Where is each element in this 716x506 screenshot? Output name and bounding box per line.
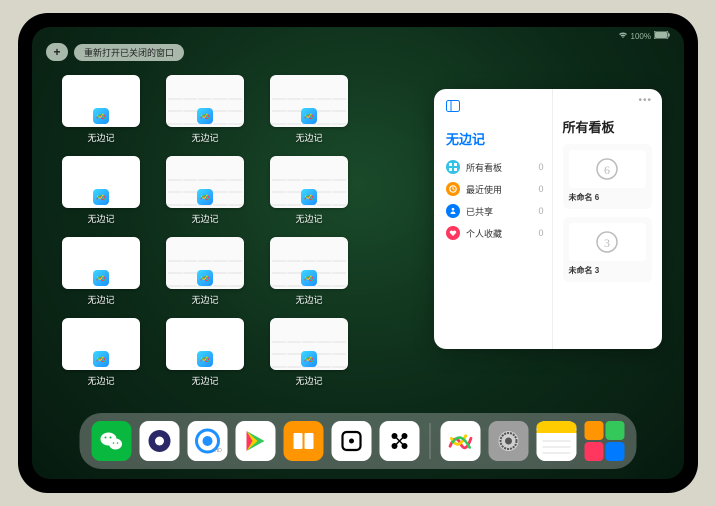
svg-text:3: 3 — [604, 236, 610, 250]
sidebar-item-count: 0 — [539, 228, 544, 238]
app-label: 无边记 — [295, 212, 322, 225]
dock: HD — [80, 413, 637, 469]
dock-separator — [430, 423, 431, 459]
app-label: 无边记 — [295, 293, 322, 306]
board-preview: 6 — [569, 150, 646, 188]
grid-icon — [446, 160, 460, 174]
more-icon[interactable]: ••• — [638, 95, 652, 106]
dock-quark-icon[interactable] — [140, 421, 180, 461]
board-name: 未命名 3 — [569, 265, 646, 276]
freeform-app-icon — [301, 351, 317, 367]
new-window-button[interactable]: + — [46, 43, 68, 61]
dock-books-icon[interactable] — [284, 421, 324, 461]
app-label: 无边记 — [191, 374, 218, 387]
sidebar-item[interactable]: 已共享 0 — [446, 200, 544, 222]
board-preview: 3 — [569, 223, 646, 261]
freeform-app-icon — [197, 108, 213, 124]
app-label: 无边记 — [87, 131, 114, 144]
freeform-app-icon — [93, 189, 109, 205]
app-window-thumb[interactable]: 无边记 — [268, 318, 350, 387]
board-card[interactable]: 3 未命名 3 — [563, 217, 652, 282]
freeform-app-icon — [301, 189, 317, 205]
top-left-controls: + 重新打开已关闭的窗口 — [46, 43, 184, 61]
dock-qqbrowser-icon[interactable]: HD — [188, 421, 228, 461]
freeform-app-icon — [301, 270, 317, 286]
clock-icon — [446, 182, 460, 196]
freeform-app-icon — [93, 270, 109, 286]
app-label: 无边记 — [87, 374, 114, 387]
dock-notes-icon[interactable] — [537, 421, 577, 461]
app-window-thumb[interactable]: 无边记 — [164, 75, 246, 144]
app-label: 无边记 — [87, 212, 114, 225]
battery-icon — [654, 31, 670, 41]
svg-text:6: 6 — [604, 163, 610, 177]
heart-icon — [446, 226, 460, 240]
svg-text:HD: HD — [215, 448, 223, 454]
dock-play-icon[interactable] — [236, 421, 276, 461]
app-window-thumb[interactable]: 无边记 — [164, 318, 246, 387]
status-bar: 100% — [32, 31, 684, 41]
freeform-panel[interactable]: 无边记 所有看板 0 最近使用 0 已共享 0 个人收藏 0 ••• 所有看板 6 未命名 6 3… — [434, 89, 662, 349]
sidebar-item-label: 个人收藏 — [466, 227, 502, 240]
dock-wechat-icon[interactable] — [92, 421, 132, 461]
freeform-app-icon — [197, 189, 213, 205]
sidebar-toggle-icon[interactable] — [446, 99, 460, 117]
app-window-thumb[interactable]: 无边记 — [60, 318, 142, 387]
panel-content: ••• 所有看板 6 未命名 6 3 未命名 3 — [553, 89, 662, 349]
wifi-icon — [618, 31, 628, 41]
app-window-thumb[interactable]: 无边记 — [268, 237, 350, 306]
freeform-app-icon — [93, 351, 109, 367]
app-window-thumb[interactable]: 无边记 — [60, 237, 142, 306]
app-label: 无边记 — [191, 293, 218, 306]
app-window-thumb[interactable]: 无边记 — [268, 156, 350, 225]
dock-settings-icon[interactable] — [489, 421, 529, 461]
app-switcher-grid: 无边记无边记无边记无边记无边记无边记无边记无边记无边记无边记无边记无边记 — [60, 75, 350, 387]
freeform-app-icon — [197, 270, 213, 286]
sidebar-item-count: 0 — [539, 162, 544, 172]
sidebar-item[interactable]: 最近使用 0 — [446, 178, 544, 200]
battery-text: 100% — [631, 32, 651, 41]
freeform-app-icon — [197, 351, 213, 367]
sidebar-item-label: 最近使用 — [466, 183, 502, 196]
board-name: 未命名 6 — [569, 192, 646, 203]
sidebar-item-label: 已共享 — [466, 205, 493, 218]
screen: 100% + 重新打开已关闭的窗口 无边记无边记无边记无边记无边记无边记无边记无… — [32, 27, 684, 479]
share-icon — [446, 204, 460, 218]
sidebar-title: 无边记 — [446, 129, 544, 148]
dock-freeform-icon[interactable] — [441, 421, 481, 461]
app-window-thumb[interactable]: 无边记 — [164, 156, 246, 225]
sidebar-item[interactable]: 所有看板 0 — [446, 156, 544, 178]
content-title: 所有看板 — [563, 117, 652, 136]
app-window-thumb[interactable]: 无边记 — [60, 156, 142, 225]
sidebar-item-count: 0 — [539, 206, 544, 216]
app-window-thumb[interactable]: 无边记 — [60, 75, 142, 144]
app-label: 无边记 — [295, 374, 322, 387]
ipad-device: 100% + 重新打开已关闭的窗口 无边记无边记无边记无边记无边记无边记无边记无… — [18, 13, 698, 493]
sidebar-item[interactable]: 个人收藏 0 — [446, 222, 544, 244]
app-window-thumb[interactable]: 无边记 — [268, 75, 350, 144]
app-library-icon[interactable] — [585, 421, 625, 461]
sidebar-item-label: 所有看板 — [466, 161, 502, 174]
dock-dots-icon[interactable] — [380, 421, 420, 461]
app-label: 无边记 — [191, 212, 218, 225]
app-label: 无边记 — [191, 131, 218, 144]
board-card[interactable]: 6 未命名 6 — [563, 144, 652, 209]
freeform-app-icon — [301, 108, 317, 124]
app-window-thumb[interactable]: 无边记 — [164, 237, 246, 306]
dock-dice-icon[interactable] — [332, 421, 372, 461]
freeform-app-icon — [93, 108, 109, 124]
reopen-closed-button[interactable]: 重新打开已关闭的窗口 — [74, 44, 184, 61]
app-label: 无边记 — [87, 293, 114, 306]
panel-sidebar: 无边记 所有看板 0 最近使用 0 已共享 0 个人收藏 0 — [434, 89, 553, 349]
app-label: 无边记 — [295, 131, 322, 144]
sidebar-item-count: 0 — [539, 184, 544, 194]
